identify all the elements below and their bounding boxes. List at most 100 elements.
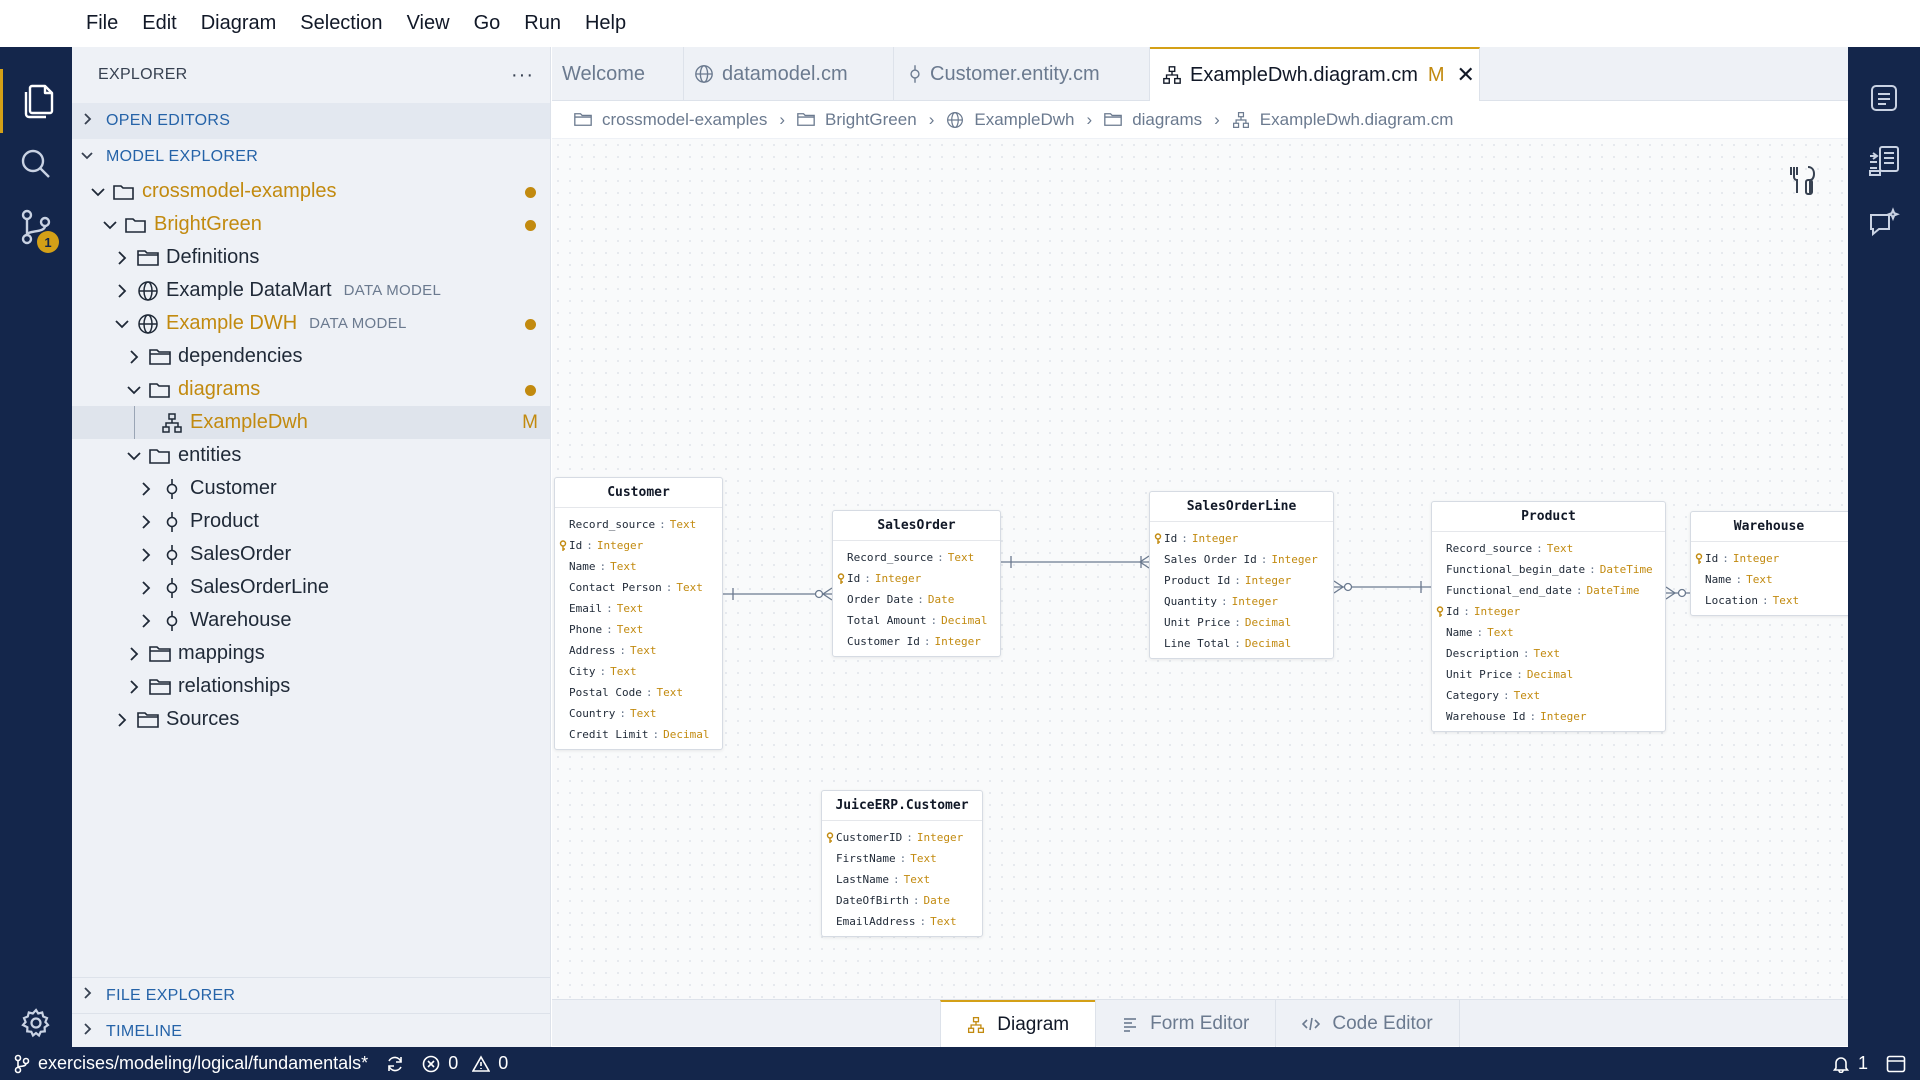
menu-run[interactable]: Run — [524, 12, 561, 35]
tree-item-mappings[interactable]: mappings — [72, 637, 550, 670]
attribute-row[interactable]: Record_source: Text — [847, 547, 1000, 568]
entity-juiceerp-customer[interactable]: JuiceERP.Customer CustomerID: Integer Fir… — [821, 790, 983, 937]
menu-view[interactable]: View — [407, 12, 450, 35]
close-tab-button[interactable]: ✕ — [1457, 62, 1475, 88]
attribute-row[interactable]: EmailAddress: Text — [836, 911, 982, 932]
entity-salesorder[interactable]: SalesOrder Record_source: Text Id: Integer… — [832, 510, 1001, 657]
branch-status[interactable]: exercises/modeling/logical/fundamentals* — [14, 1053, 368, 1074]
attribute-row-key[interactable]: Id: Integer — [1154, 528, 1333, 549]
entity-product[interactable]: Product Record_source: Text Functional_be… — [1431, 501, 1666, 732]
search-activity-button[interactable] — [0, 132, 72, 196]
problems-status[interactable]: 0 0 — [422, 1053, 508, 1074]
attribute-row[interactable]: Country: Text — [569, 703, 722, 724]
attribute-row[interactable]: Unit Price: Decimal — [1446, 664, 1665, 685]
attribute-row[interactable]: Functional_end_date: DateTime — [1446, 580, 1665, 601]
attribute-row[interactable]: Phone: Text — [569, 619, 722, 640]
attribute-row[interactable]: Functional_begin_date: DateTime — [1446, 559, 1665, 580]
properties-button[interactable] — [1848, 129, 1920, 193]
explorer-activity-button[interactable] — [0, 69, 72, 133]
more-actions-button[interactable]: ··· — [511, 64, 534, 87]
attribute-row-key[interactable]: CustomerID: Integer — [826, 827, 982, 848]
attribute-row[interactable]: Credit Limit: Decimal — [569, 724, 722, 745]
attribute-row[interactable]: Record_source: Text — [569, 514, 722, 535]
attribute-row[interactable]: Order Date: Date — [847, 589, 1000, 610]
tree-item-relationships[interactable]: relationships — [72, 670, 550, 703]
menu-selection[interactable]: Selection — [300, 12, 382, 35]
chat-button[interactable] — [1848, 192, 1920, 256]
timeline-section[interactable]: TIMELINE — [72, 1013, 551, 1049]
tree-item-entities[interactable]: entities — [72, 439, 550, 472]
attribute-row[interactable]: Line Total: Decimal — [1164, 633, 1333, 654]
attribute-row[interactable]: Contact Person: Text — [569, 577, 722, 598]
tab-welcome[interactable]: Welcome — [552, 47, 684, 101]
breadcrumb-item[interactable]: ExampleDwh.diagram.cm — [1232, 110, 1453, 130]
breadcrumb-item[interactable]: crossmodel-examples — [574, 110, 767, 130]
file-explorer-section[interactable]: FILE EXPLORER — [72, 977, 551, 1013]
tree-item-warehouse[interactable]: Warehouse — [72, 604, 550, 637]
attribute-row[interactable]: Postal Code: Text — [569, 682, 722, 703]
tree-item-definitions[interactable]: Definitions — [72, 241, 550, 274]
tree-item-crossmodel-examples[interactable]: crossmodel-examples — [72, 175, 550, 208]
breadcrumb-item[interactable]: ExampleDwh — [946, 110, 1075, 130]
attribute-row[interactable]: Product Id: Integer — [1164, 570, 1333, 591]
tree-item-salesorderline[interactable]: SalesOrderLine — [72, 571, 550, 604]
attribute-row[interactable]: Name: Text — [1705, 569, 1848, 590]
tree-item-diagrams[interactable]: diagrams — [72, 373, 550, 406]
attribute-row-key[interactable]: Id: Integer — [559, 535, 722, 556]
attribute-row[interactable]: Customer Id: Integer — [847, 631, 1000, 652]
entity-warehouse[interactable]: Warehouse Id: Integer Name: Text Location:… — [1690, 511, 1848, 616]
breadcrumb-item[interactable]: diagrams — [1104, 110, 1202, 130]
diagram-canvas[interactable]: Customer Record_source: Text Id: Integer N… — [552, 139, 1848, 999]
attribute-row[interactable]: Category: Text — [1446, 685, 1665, 706]
attribute-row-key[interactable]: Id: Integer — [1695, 548, 1848, 569]
menu-help[interactable]: Help — [585, 12, 626, 35]
attribute-row[interactable]: Warehouse Id: Integer — [1446, 706, 1665, 727]
outline-button[interactable] — [1848, 66, 1920, 130]
attribute-row[interactable]: Description: Text — [1446, 643, 1665, 664]
notifications-status[interactable]: 1 — [1832, 1053, 1868, 1074]
tree-item-example-dwh[interactable]: Example DWH DATA MODEL — [72, 307, 550, 340]
tab-customer-entity[interactable]: Customer.entity.cm — [894, 47, 1150, 101]
attribute-row[interactable]: DateOfBirth: Date — [836, 890, 982, 911]
menu-diagram[interactable]: Diagram — [201, 12, 277, 35]
attribute-row[interactable]: FirstName: Text — [836, 848, 982, 869]
tree-item-customer[interactable]: Customer — [72, 472, 550, 505]
tree-item-brightgreen[interactable]: BrightGreen — [72, 208, 550, 241]
attribute-row[interactable]: City: Text — [569, 661, 722, 682]
attribute-row[interactable]: Email: Text — [569, 598, 722, 619]
sync-button[interactable] — [386, 1055, 404, 1073]
attribute-row-key[interactable]: Id: Integer — [1436, 601, 1665, 622]
menu-edit[interactable]: Edit — [142, 12, 176, 35]
breadcrumb-item[interactable]: BrightGreen — [797, 110, 917, 130]
attribute-row[interactable]: Total Amount: Decimal — [847, 610, 1000, 631]
menu-file[interactable]: File — [86, 12, 118, 35]
source-control-activity-button[interactable]: 1 — [0, 195, 72, 259]
tab-datamodel[interactable]: datamodel.cm — [684, 47, 894, 101]
attribute-row[interactable]: Record_source: Text — [1446, 538, 1665, 559]
attribute-row[interactable]: Sales Order Id: Integer — [1164, 549, 1333, 570]
settings-activity-button[interactable] — [0, 991, 72, 1055]
tree-item-sources[interactable]: Sources — [72, 703, 550, 736]
tree-item-product[interactable]: Product — [72, 505, 550, 538]
tab-exampledwh-diagram[interactable]: ExampleDwh.diagram.cm M ✕ — [1150, 47, 1480, 101]
attribute-row[interactable]: Quantity: Integer — [1164, 591, 1333, 612]
tab-diagram[interactable]: Diagram — [940, 1000, 1096, 1047]
tree-item-dependencies[interactable]: dependencies — [72, 340, 550, 373]
tree-item-salesorder[interactable]: SalesOrder — [72, 538, 550, 571]
open-editors-section[interactable]: OPEN EDITORS — [72, 103, 550, 139]
attribute-row[interactable]: Address: Text — [569, 640, 722, 661]
menu-go[interactable]: Go — [474, 12, 501, 35]
tab-code-editor[interactable]: Code Editor — [1275, 1000, 1460, 1047]
attribute-row[interactable]: Location: Text — [1705, 590, 1848, 611]
tree-item-exampledwh-diagram[interactable]: ExampleDwh M — [72, 406, 550, 439]
entity-customer[interactable]: Customer Record_source: Text Id: Integer N… — [554, 477, 723, 750]
tab-form-editor[interactable]: Form Editor — [1095, 1000, 1275, 1047]
tree-item-example-datamart[interactable]: Example DataMart DATA MODEL — [72, 274, 550, 307]
entity-salesorderline[interactable]: SalesOrderLine Id: Integer Sales Order Id… — [1149, 491, 1334, 659]
model-explorer-section[interactable]: MODEL EXPLORER — [72, 139, 550, 175]
attribute-row[interactable]: Name: Text — [1446, 622, 1665, 643]
attribute-row-key[interactable]: Id: Integer — [837, 568, 1000, 589]
attribute-row[interactable]: LastName: Text — [836, 869, 982, 890]
attribute-row[interactable]: Name: Text — [569, 556, 722, 577]
attribute-row[interactable]: Unit Price: Decimal — [1164, 612, 1333, 633]
